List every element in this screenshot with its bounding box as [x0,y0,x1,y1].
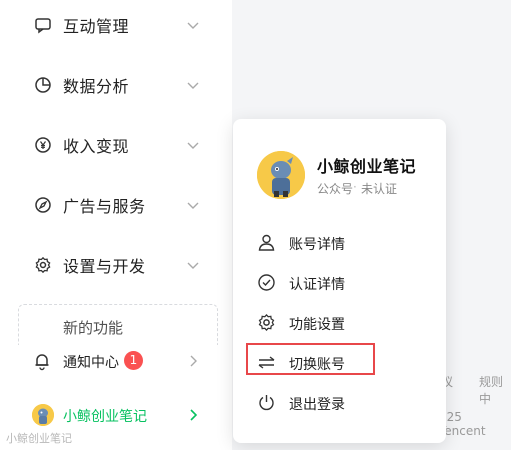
sidebar-item-label: 数据分析 [63,77,130,96]
menu-verification-details[interactable]: 认证详情 [233,265,446,301]
account-name: 小鲸创业笔记 [317,157,417,176]
person-icon [257,233,276,252]
avatar [257,151,305,199]
chat-bubble-icon [34,16,52,34]
account-popup: 小鲸创业笔记 公众号 · 未认证 账号详情 认证详情 功能设置 切换账号 退出登… [233,119,446,443]
bell-icon [32,351,52,371]
menu-item-label: 认证详情 [289,277,345,293]
sidebar-item-ads-services[interactable]: 广告与服务 [0,185,232,225]
pie-chart-icon [34,76,52,94]
menu-item-label: 退出登录 [289,397,345,413]
gear-icon [257,313,276,332]
menu-item-label: 账号详情 [289,237,345,253]
sidebar-item-label: 收入变现 [63,137,130,156]
sidebar-item-label: 设置与开发 [63,257,146,276]
compass-icon [34,196,52,214]
sidebar-item-monetization[interactable]: 收入变现 [0,125,232,165]
chevron-right-icon[interactable] [186,354,200,368]
notification-center-label: 通知中心 [63,355,119,371]
account-switcher[interactable]: 小鲸创业笔记 [0,397,232,433]
new-feature-card[interactable]: 新的功能 [18,304,218,345]
sidebar-item-settings-dev[interactable]: 设置与开发 [0,245,232,285]
chevron-down-icon[interactable] [186,18,200,32]
chevron-down-icon[interactable] [186,258,200,272]
account-name-label: 小鲸创业笔记 [63,409,147,425]
avatar [32,404,54,426]
notification-center[interactable]: 通知中心 1 [0,343,232,379]
sidebar-item-label: 广告与服务 [63,197,146,216]
menu-account-details[interactable]: 账号详情 [233,225,446,261]
account-status: 未认证 [361,182,398,196]
separator: · [353,180,357,194]
chevron-down-icon[interactable] [186,138,200,152]
chevron-down-icon[interactable] [186,78,200,92]
sidebar-item-interaction[interactable]: 互动管理 [0,5,232,45]
sidebar-item-data-analysis[interactable]: 数据分析 [0,65,232,105]
chevron-right-icon[interactable] [186,408,200,422]
power-icon [257,393,276,412]
gear-icon [34,256,52,274]
new-feature-label: 新的功能 [63,319,124,337]
yen-circle-icon [34,136,52,154]
watermark: 小鲸创业笔记 [6,432,72,445]
menu-item-label: 功能设置 [289,317,345,333]
copyright-text: 025 Tencent [439,410,486,438]
notification-badge: 1 [124,351,143,370]
sidebar-item-label: 互动管理 [63,17,130,36]
menu-logout[interactable]: 退出登录 [233,385,446,421]
menu-feature-settings[interactable]: 功能设置 [233,305,446,341]
chevron-down-icon[interactable] [186,198,200,212]
highlight-box [246,343,375,375]
check-circle-icon [257,273,276,292]
footer-link[interactable]: 规则中 [479,373,511,407]
sidebar: 互动管理 数据分析 收入变现 广告与服务 设置与开发 新的功能 通知中心 1 小… [0,0,232,450]
account-type: 公众号 [317,182,354,196]
